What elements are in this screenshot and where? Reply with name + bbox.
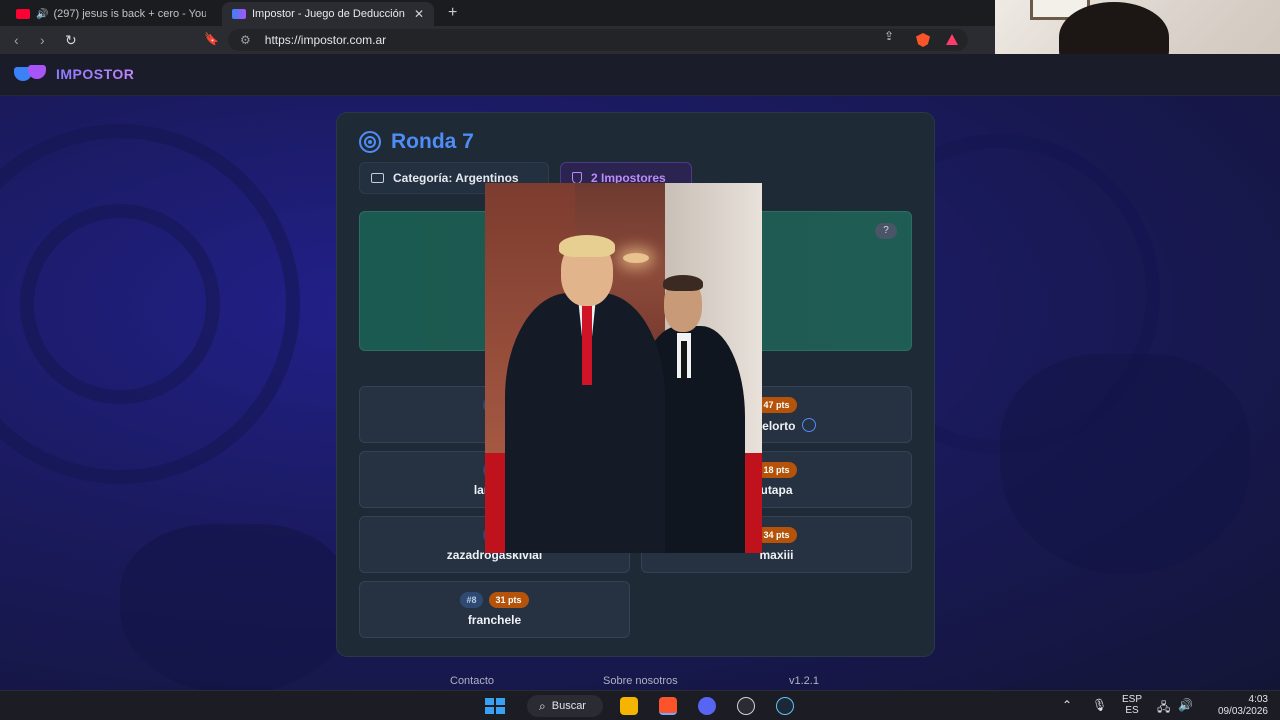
browser-toolbar: ‹ › ↻ 🔖 ⚙ https://impostor.com.ar ⇪	[0, 26, 995, 54]
tab-youtube[interactable]: 🔊 (297) jesus is back + cero - YouTu	[6, 2, 216, 26]
player-card[interactable]: #8 31 pts franchele	[359, 581, 630, 638]
folder-icon	[371, 173, 384, 183]
language-top: ESP	[1122, 694, 1143, 705]
forward-icon[interactable]: ›	[40, 32, 45, 48]
address-bar[interactable]: ⚙ https://impostor.com.ar	[228, 29, 968, 51]
language-indicator[interactable]: ESP ES	[1122, 694, 1142, 716]
contact-link[interactable]: Contacto	[450, 675, 494, 687]
player-number: #8	[460, 592, 483, 608]
round-heading: Ronda 7	[359, 130, 474, 154]
discord-icon[interactable]	[698, 697, 716, 715]
player-points: 18 pts	[756, 462, 797, 478]
browser-tab-bar: 🔊 (297) jesus is back + cero - YouTu Imp…	[0, 0, 995, 26]
tab-title: (297) jesus is back + cero - YouTu	[53, 8, 206, 20]
date: 09/03/2026	[1217, 706, 1268, 717]
reload-icon[interactable]: ↻	[65, 32, 77, 49]
microphone-icon[interactable]: 🎙	[1092, 698, 1107, 712]
youtube-icon	[16, 9, 30, 19]
decor-swirl	[20, 204, 220, 404]
url-text: https://impostor.com.ar	[264, 33, 387, 47]
file-explorer-icon[interactable]	[620, 697, 638, 715]
about-link[interactable]: Sobre nosotros	[603, 675, 678, 687]
photo-hair	[663, 275, 703, 291]
share-icon[interactable]: ⇪	[884, 29, 894, 43]
popup-photo	[485, 183, 762, 553]
decor-theater-mask	[1000, 354, 1250, 574]
site-footer: Contacto Sobre nosotros v1.2.1	[0, 674, 1280, 690]
tab-impostor[interactable]: Impostor - Juego de Deducción ✕	[222, 2, 434, 26]
player-points: 34 pts	[756, 527, 797, 543]
back-icon[interactable]: ‹	[14, 32, 19, 48]
photo-red-tie	[582, 305, 592, 385]
taskbar-clock[interactable]: 4:03 09/03/2026	[1198, 694, 1268, 718]
masks-logo-icon	[14, 65, 48, 83]
site-settings-icon[interactable]: ⚙	[240, 33, 251, 47]
close-tab-icon[interactable]: ✕	[414, 7, 424, 21]
volume-icon[interactable]: 🔊	[1178, 698, 1193, 712]
steam-icon[interactable]	[776, 697, 794, 715]
brave-rewards-icon[interactable]	[946, 34, 958, 45]
photo-hair	[559, 235, 615, 257]
version-label: v1.2.1	[789, 675, 819, 687]
user-icon	[801, 418, 816, 432]
language-bottom: ES	[1125, 705, 1139, 716]
logo-text: IMPOSTOR	[56, 66, 135, 82]
player-points: 31 pts	[488, 592, 529, 608]
time: 4:03	[1248, 694, 1268, 705]
player-points: 47 pts	[756, 397, 797, 413]
round-title: Ronda 7	[391, 130, 474, 153]
decor-theater-mask	[120, 524, 350, 690]
new-tab-icon[interactable]: +	[448, 4, 457, 22]
target-icon	[359, 131, 381, 153]
photo-lamp	[623, 253, 649, 263]
site-header: IMPOSTOR	[0, 54, 1280, 96]
bookmark-icon[interactable]: 🔖	[204, 32, 219, 46]
windows-taskbar: ⌕ Buscar ⌃ 🎙 ESP ES 🖧 🔊 4:03 09/03/2026	[0, 690, 1280, 720]
help-icon[interactable]: ?	[875, 223, 897, 239]
brave-browser-icon[interactable]	[659, 697, 677, 715]
chatgpt-icon[interactable]	[737, 697, 755, 715]
search-icon: ⌕	[539, 698, 546, 713]
photo-tie	[681, 341, 687, 381]
chevron-up-icon[interactable]: ⌃	[1062, 698, 1072, 712]
player-name: franchele	[467, 613, 522, 627]
search-label: Buscar	[551, 700, 586, 712]
impostor-favicon-icon	[232, 9, 246, 19]
taskbar-search[interactable]: ⌕ Buscar	[527, 695, 603, 717]
site-logo[interactable]: IMPOSTOR	[14, 65, 134, 83]
windows-start-icon[interactable]	[485, 698, 505, 714]
speaker-icon[interactable]: 🔊	[36, 9, 48, 20]
tab-title: Impostor - Juego de Deducción	[252, 8, 405, 20]
network-icon[interactable]: 🖧	[1157, 698, 1170, 719]
